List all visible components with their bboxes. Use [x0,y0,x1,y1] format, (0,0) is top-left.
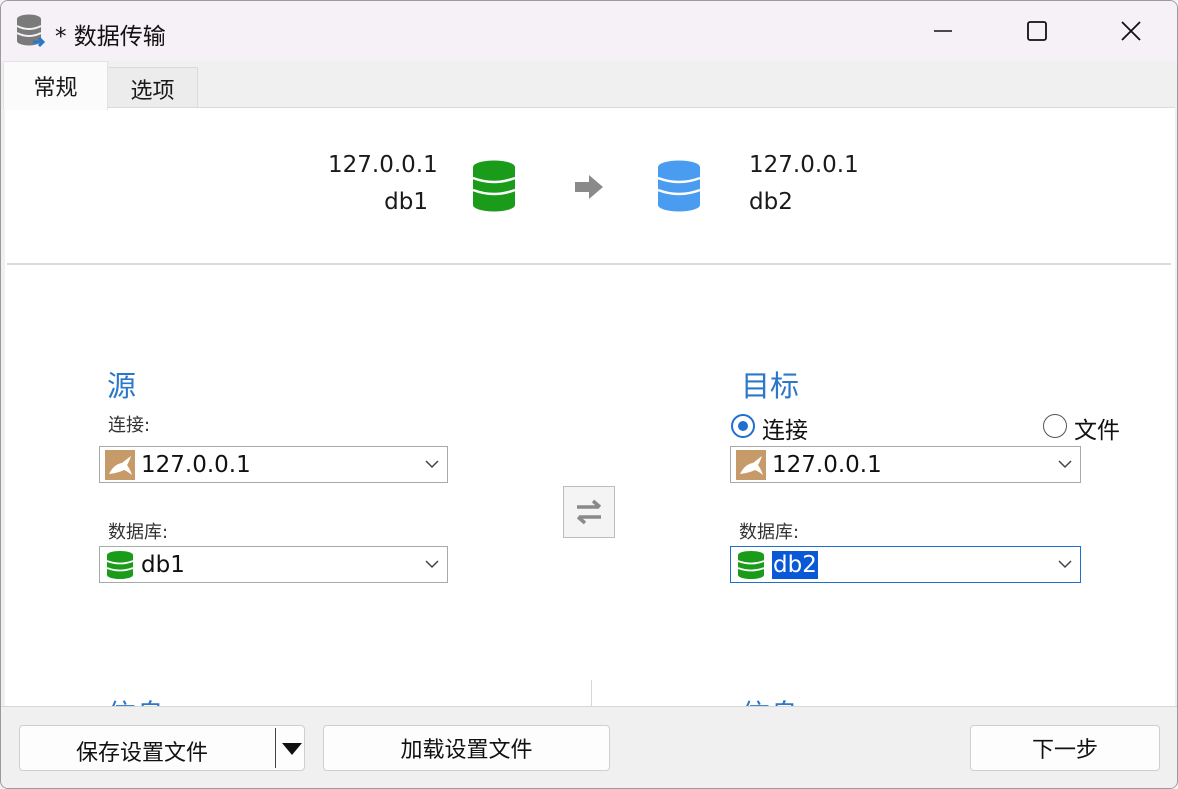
source-section-title: 源 [107,369,137,403]
green-database-icon [472,160,516,212]
minimize-icon [934,30,952,32]
chevron-down-icon [425,460,439,469]
chevron-down-icon [1058,560,1072,569]
general-panel: 127.0.0.1 db1 127.0.0.1 db2 源 连接: 127.0.… [5,107,1175,706]
target-connection-select[interactable]: 127.0.0.1 [730,446,1081,483]
database-icon [737,551,765,579]
close-icon [1121,21,1141,41]
maximize-icon [1027,21,1047,41]
data-transfer-window: * 数据传输 常规 选项 127.0.0.1 db1 127.0.0.1 db2… [0,0,1178,789]
source-connection-label: 连接: [108,415,151,436]
target-database-label: 数据库: [739,522,800,543]
target-file-radio-label[interactable]: 文件 [1074,411,1120,445]
summary-source-host: 127.0.0.1 [328,152,438,178]
summary-target-db: db2 [749,189,793,215]
source-database-value: db1 [141,552,185,578]
maximize-button[interactable] [991,1,1083,61]
load-settings-button[interactable]: 加载设置文件 [323,725,610,771]
close-button[interactable] [1085,1,1177,61]
minimize-button[interactable] [897,1,989,61]
summary-target-host: 127.0.0.1 [749,152,859,178]
target-file-radio[interactable] [1043,414,1067,438]
data-transfer-app-icon [16,14,46,48]
next-button[interactable]: 下一步 [970,725,1160,771]
target-connection-value: 127.0.0.1 [772,452,882,478]
save-settings-label: 保存设置文件 [76,741,209,766]
swap-source-target-button[interactable] [563,486,615,538]
chevron-down-icon [425,560,439,569]
tab-options[interactable]: 选项 [107,67,198,110]
summary-source-db: db1 [384,189,428,215]
target-database-select[interactable]: db2 [730,546,1081,583]
mysql-connection-icon [105,450,135,480]
source-connection-select[interactable]: 127.0.0.1 [99,446,448,483]
target-section-title: 目标 [741,369,800,403]
swap-icon [576,499,602,525]
target-connection-radio-label[interactable]: 连接 [762,411,808,445]
save-settings-button[interactable]: 保存设置文件 [19,725,305,771]
target-connection-radio[interactable] [731,414,755,438]
section-divider [591,680,592,706]
arrow-right-icon [575,175,603,199]
tab-strip: 常规 选项 [1,61,1177,110]
source-info-section-title: 信息 [107,692,165,706]
tab-general[interactable]: 常规 [3,61,108,110]
source-database-label: 数据库: [108,522,169,543]
dropdown-triangle-icon[interactable] [282,743,302,755]
title-bar[interactable]: * 数据传输 [1,1,1177,61]
chevron-down-icon [1058,460,1072,469]
target-database-value[interactable]: db2 [772,551,818,579]
target-info-section-title: 信息 [741,692,799,706]
window-title: * 数据传输 [55,24,166,50]
mysql-connection-icon [736,450,766,480]
source-connection-value: 127.0.0.1 [141,452,251,478]
database-icon [106,551,134,579]
split-button-separator [275,728,276,768]
bottom-button-bar: 保存设置文件 加载设置文件 下一步 [1,706,1177,788]
summary-divider [7,263,1171,265]
source-database-select[interactable]: db1 [99,546,448,583]
blue-database-icon [657,160,701,212]
